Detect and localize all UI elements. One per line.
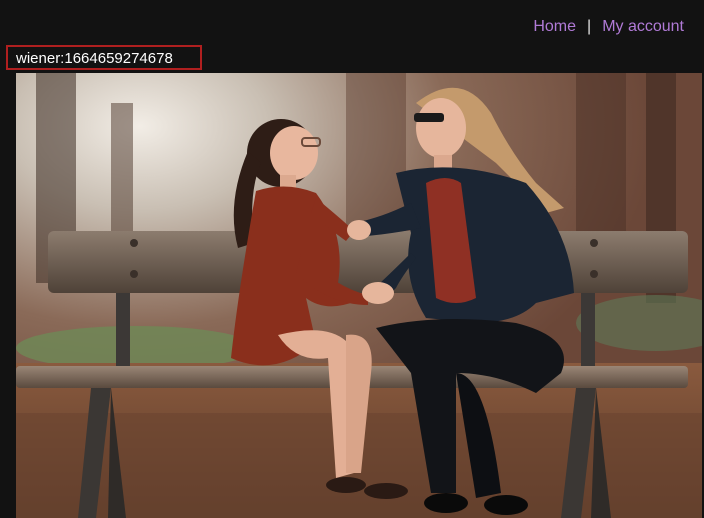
session-text: wiener:1664659274678 [6,45,202,70]
page: Home | My account wiener:1664659274678 [0,0,704,518]
bench-photo [16,73,702,518]
home-link[interactable]: Home [533,18,576,36]
nav-separator: | [587,18,592,35]
my-account-link[interactable]: My account [602,18,684,36]
top-nav: Home | My account [533,18,684,36]
